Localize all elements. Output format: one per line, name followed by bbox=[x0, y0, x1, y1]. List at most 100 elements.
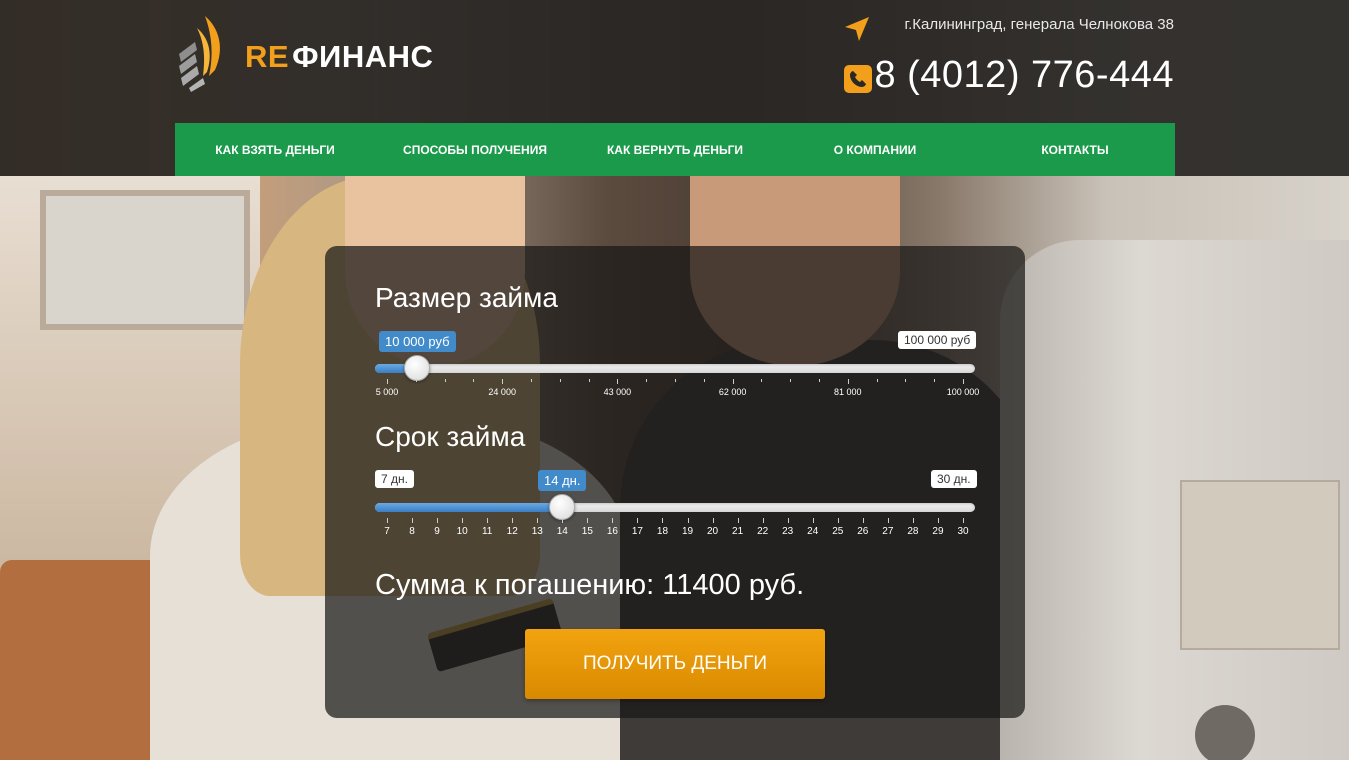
amount-tick bbox=[847, 379, 849, 384]
menu-item-contacts[interactable]: КОНТАКТЫ bbox=[975, 123, 1175, 176]
menu-item-about[interactable]: О КОМПАНИИ bbox=[775, 123, 975, 176]
header-address: г.Калининград, генерала Челнокова 38 bbox=[904, 16, 1174, 33]
term-tick-label: 9 bbox=[434, 526, 440, 537]
term-tick-label: 20 bbox=[707, 526, 719, 537]
amount-title: Размер займа bbox=[375, 282, 558, 313]
term-tick-label: 26 bbox=[857, 526, 869, 537]
term-title: Срок займа bbox=[375, 421, 526, 452]
amount-minor-tick bbox=[790, 379, 792, 382]
term-tick bbox=[787, 518, 789, 523]
term-tick-label: 24 bbox=[807, 526, 819, 537]
amount-minor-tick bbox=[588, 379, 590, 382]
term-tick-label: 29 bbox=[932, 526, 944, 537]
term-tick-label: 17 bbox=[631, 526, 643, 537]
menu-item-how-to-get[interactable]: КАК ВЗЯТЬ ДЕНЬГИ bbox=[175, 123, 375, 176]
amount-minor-tick bbox=[559, 379, 561, 382]
location-arrow-icon bbox=[845, 17, 869, 41]
term-tick bbox=[912, 518, 914, 523]
amount-minor-tick bbox=[646, 379, 648, 382]
amount-tick bbox=[617, 379, 619, 384]
menu-item-ways-to-receive[interactable]: СПОСОБЫ ПОЛУЧЕНИЯ bbox=[375, 123, 575, 176]
term-tick bbox=[487, 518, 489, 523]
get-money-button[interactable]: ПОЛУЧИТЬ ДЕНЬГИ bbox=[525, 629, 825, 699]
amount-minor-tick bbox=[675, 379, 676, 382]
amount-minor-tick bbox=[415, 379, 417, 382]
amount-minor-tick bbox=[934, 379, 936, 382]
term-tick bbox=[687, 518, 689, 523]
term-tick-label: 16 bbox=[606, 526, 618, 537]
term-tick-label: 27 bbox=[882, 526, 894, 537]
term-tick bbox=[712, 518, 714, 523]
term-tick-label: 11 bbox=[481, 526, 493, 537]
brand-name: RE ФИНАНС bbox=[245, 39, 433, 75]
term-value-label: 14 дн. bbox=[538, 470, 587, 491]
term-tick-label: 14 bbox=[556, 526, 568, 537]
term-tick bbox=[462, 518, 464, 523]
amount-slider-track[interactable] bbox=[375, 364, 975, 373]
menu-item-how-to-return[interactable]: КАК ВЕРНУТЬ ДЕНЬГИ bbox=[575, 123, 775, 176]
term-slider-track[interactable] bbox=[375, 503, 975, 512]
amount-tick-label: 43 000 bbox=[603, 387, 632, 397]
term-slider-fill bbox=[375, 503, 567, 512]
term-tick-label: 10 bbox=[456, 526, 468, 537]
amount-max-label: 100 000 руб bbox=[898, 331, 977, 349]
term-tick bbox=[512, 518, 514, 523]
term-tick bbox=[737, 518, 739, 523]
amount-minor-tick bbox=[876, 379, 878, 382]
term-min-label: 7 дн. bbox=[375, 470, 414, 488]
amount-tick bbox=[502, 379, 504, 384]
amount-tick bbox=[387, 379, 388, 384]
logo[interactable]: RE ФИНАНС bbox=[175, 14, 433, 92]
header-phone[interactable]: 8 (4012) 776-444 bbox=[874, 54, 1174, 97]
amount-tick bbox=[963, 379, 964, 384]
amount-tick-label: 5 000 bbox=[375, 387, 399, 397]
term-tick-label: 23 bbox=[782, 526, 794, 537]
phone-icon bbox=[844, 65, 872, 93]
term-tick bbox=[387, 518, 388, 523]
term-tick bbox=[562, 518, 564, 523]
term-tick bbox=[587, 518, 589, 523]
amount-minor-tick bbox=[473, 379, 475, 382]
amount-tick-label: 24 000 bbox=[488, 387, 516, 397]
amount-minor-tick bbox=[761, 379, 763, 382]
term-tick bbox=[437, 518, 439, 523]
term-tick bbox=[963, 518, 964, 523]
brand-prefix: RE bbox=[245, 39, 290, 74]
amount-slider-handle[interactable] bbox=[404, 355, 431, 381]
amount-minor-tick bbox=[819, 379, 820, 382]
term-tick-label: 25 bbox=[832, 526, 844, 537]
term-tick bbox=[662, 518, 664, 523]
term-tick bbox=[762, 518, 764, 523]
term-tick-label: 12 bbox=[506, 526, 518, 537]
amount-tick-label: 100 000 bbox=[946, 387, 980, 397]
repayment-sum: Сумма к погашению: 11400 руб. bbox=[375, 569, 805, 601]
term-tick bbox=[412, 518, 414, 523]
amount-minor-tick bbox=[905, 379, 907, 382]
term-max-label: 30 дн. bbox=[931, 470, 977, 488]
term-tick-label: 8 bbox=[409, 526, 415, 537]
loan-calculator: Размер займа 10 000 руб 100 000 руб 5 00… bbox=[325, 246, 1025, 718]
term-tick bbox=[937, 518, 939, 523]
term-tick-label: 19 bbox=[681, 526, 694, 537]
amount-value-label: 10 000 руб bbox=[379, 331, 456, 352]
term-tick-label: 22 bbox=[757, 526, 769, 537]
term-tick-label: 21 bbox=[732, 526, 744, 537]
amount-tick bbox=[732, 379, 734, 384]
term-tick bbox=[837, 518, 839, 523]
amount-minor-tick bbox=[444, 379, 446, 382]
term-tick bbox=[812, 518, 814, 523]
term-tick-label: 7 bbox=[384, 526, 390, 537]
term-tick-label: 28 bbox=[907, 526, 919, 537]
wheat-logo-icon bbox=[179, 16, 220, 92]
term-tick bbox=[537, 518, 539, 523]
amount-tick-label: 62 000 bbox=[718, 387, 747, 397]
term-tick bbox=[612, 518, 614, 523]
term-tick-label: 15 bbox=[581, 526, 593, 537]
main-menu: КАК ВЗЯТЬ ДЕНЬГИ СПОСОБЫ ПОЛУЧЕНИЯ КАК В… bbox=[175, 123, 1175, 176]
term-tick-label: 30 bbox=[957, 526, 969, 537]
amount-minor-tick bbox=[703, 379, 705, 382]
term-tick-label: 13 bbox=[531, 526, 543, 537]
term-slider-handle[interactable] bbox=[549, 494, 576, 520]
term-tick bbox=[637, 518, 639, 523]
brand-word: ФИНАНС bbox=[292, 39, 434, 74]
